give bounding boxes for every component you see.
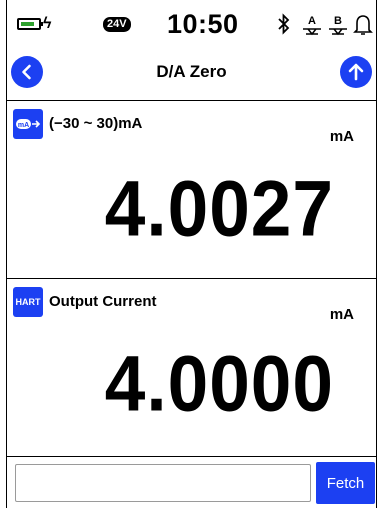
upload-icon	[348, 63, 364, 81]
svg-text:mA: mA	[18, 122, 29, 129]
bluetooth-icon	[278, 13, 290, 35]
output-current-value: 4.0000	[104, 340, 334, 428]
fetch-button[interactable]: Fetch	[316, 462, 375, 504]
range-label: (−30 ~ 30)mA	[49, 115, 143, 132]
alarm-b-icon: B	[329, 15, 347, 36]
clock: 10:50	[167, 9, 239, 39]
svg-text:B: B	[334, 15, 342, 27]
bell-icon	[353, 15, 373, 35]
status-icons: A B	[275, 13, 375, 37]
hart-icon: HART	[13, 287, 43, 317]
command-bar: Fetch	[7, 456, 376, 508]
supply-voltage-badge: 24V	[103, 17, 131, 32]
unit-label: mA	[329, 128, 354, 145]
command-input[interactable]	[15, 464, 311, 502]
page-title: D/A Zero	[156, 62, 227, 81]
device-screen: ϟ 24V 10:50 A B D/A Zero mA (−30 ~ 30)mA…	[6, 0, 377, 508]
status-bar: ϟ 24V 10:50 A B	[7, 0, 376, 48]
output-current-label: Output Current	[49, 293, 157, 310]
alarm-a-icon: A	[303, 15, 321, 36]
mA-source-icon: mA	[13, 109, 43, 139]
svg-text:A: A	[308, 15, 316, 27]
unit-label: mA	[329, 306, 354, 323]
charging-icon: ϟ	[43, 15, 52, 32]
battery-icon	[17, 18, 43, 30]
hart-panel: HART Output Current mA 4.0000	[7, 279, 376, 457]
nav-bar: D/A Zero	[7, 48, 376, 101]
upload-button[interactable]	[340, 56, 372, 88]
measured-value: 4.0027	[104, 165, 334, 253]
measurement-panel: mA (−30 ~ 30)mA mA 4.0027	[7, 101, 376, 279]
